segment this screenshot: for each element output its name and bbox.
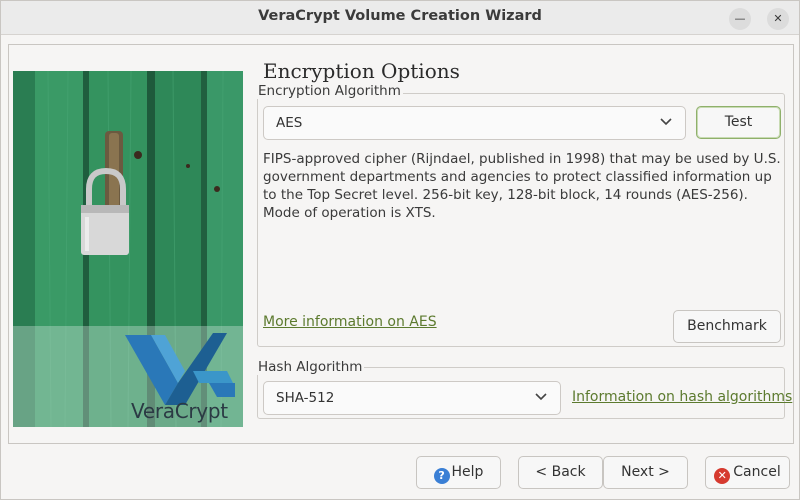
hash-info-link[interactable]: Information on hash algorithms: [572, 389, 792, 405]
minimize-button[interactable]: —: [729, 8, 751, 30]
help-button[interactable]: ? Help: [416, 456, 501, 489]
window-title: VeraCrypt Volume Creation Wizard: [258, 8, 542, 24]
encryption-algorithm-value: AES: [276, 115, 303, 131]
cancel-button-label: Cancel: [733, 464, 781, 480]
chevron-down-icon: [660, 118, 672, 126]
close-icon: ✕: [773, 12, 783, 25]
next-button[interactable]: Next >: [603, 456, 688, 489]
minimize-icon: —: [734, 12, 746, 25]
hash-algorithm-select[interactable]: SHA-512: [263, 381, 561, 415]
hash-algorithm-label: Hash Algorithm: [256, 359, 365, 375]
cancel-button[interactable]: ✕ Cancel: [705, 456, 790, 489]
encryption-algorithm-label: Encryption Algorithm: [256, 83, 403, 99]
help-button-label: Help: [451, 464, 484, 480]
encryption-algorithm-select[interactable]: AES: [263, 106, 686, 140]
back-button[interactable]: < Back: [518, 456, 603, 489]
test-button[interactable]: Test: [696, 106, 781, 139]
encryption-description: FIPS-approved cipher (Rijndael, publishe…: [263, 151, 781, 221]
wizard-side-image: VeraCrypt: [13, 71, 243, 427]
cancel-icon: ✕: [714, 468, 731, 484]
close-window-button[interactable]: ✕: [767, 8, 789, 30]
title-bar[interactable]: VeraCrypt Volume Creation Wizard — ✕: [1, 1, 799, 35]
more-info-aes-link[interactable]: More information on AES: [263, 314, 437, 330]
help-icon: ?: [433, 468, 450, 484]
chevron-down-icon: [535, 393, 547, 401]
wizard-window: VeraCrypt Volume Creation Wizard — ✕ Ver…: [0, 0, 800, 500]
page-title: Encryption Options: [263, 59, 460, 83]
benchmark-button[interactable]: Benchmark: [673, 310, 781, 343]
brand-text: VeraCrypt: [131, 399, 228, 423]
hash-algorithm-value: SHA-512: [276, 390, 335, 406]
